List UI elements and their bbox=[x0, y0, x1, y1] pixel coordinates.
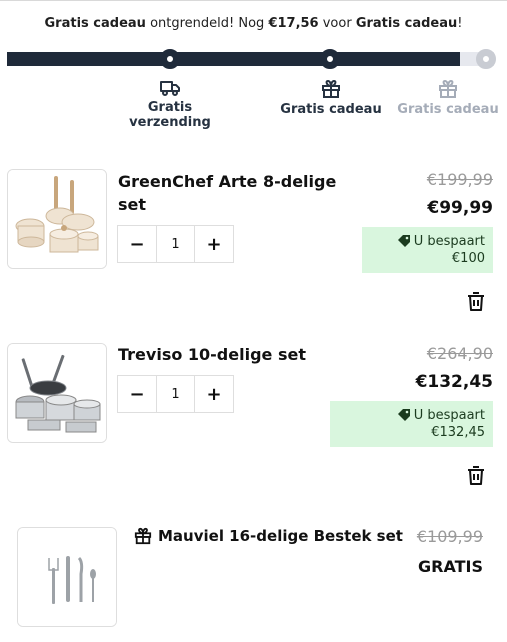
top-divider bbox=[0, 0, 507, 1]
milestone-node-gift-1 bbox=[320, 49, 340, 69]
price-tag-icon bbox=[397, 409, 410, 421]
gift-icon bbox=[322, 80, 340, 98]
milestone-free-shipping: Gratis verzending bbox=[120, 80, 220, 130]
original-price: €199,99 bbox=[426, 170, 493, 189]
banner-strong-1: Gratis cadeau bbox=[44, 16, 146, 31]
product-title-line2[interactable]: set bbox=[118, 193, 358, 216]
gift-product-title[interactable]: Mauviel 16-delige Bestek set bbox=[134, 527, 403, 545]
banner-amount: €17,56 bbox=[268, 16, 319, 31]
milestone-gift-1: Gratis cadeau bbox=[274, 80, 388, 117]
savings-amount: €100 bbox=[451, 251, 485, 266]
quantity-value[interactable]: 1 bbox=[156, 226, 195, 262]
truck-icon bbox=[160, 81, 180, 96]
quantity-value[interactable]: 1 bbox=[156, 376, 195, 412]
trash-icon[interactable] bbox=[467, 291, 485, 311]
gift-original-price: €109,99 bbox=[416, 527, 483, 546]
gift-title-text[interactable]: Mauviel 16-delige Bestek set bbox=[158, 527, 403, 545]
savings-label: U bespaart bbox=[413, 408, 485, 423]
gift-product-image[interactable] bbox=[17, 527, 117, 627]
savings-badge: U bespaart €132,45 bbox=[330, 401, 493, 447]
price-tag-icon bbox=[397, 235, 410, 247]
quantity-stepper: − 1 + bbox=[117, 225, 234, 263]
sale-price: €99,99 bbox=[427, 198, 493, 218]
product-title-line1[interactable]: Treviso 10-delige set bbox=[118, 343, 348, 366]
milestone-label-line1: Gratis bbox=[147, 100, 193, 115]
milestone-label: Gratis cadeau bbox=[280, 102, 382, 117]
savings-amount: €132,45 bbox=[431, 425, 485, 440]
savings-badge: U bespaart €100 bbox=[362, 227, 493, 273]
cutlery-image bbox=[18, 528, 116, 626]
product-title-line1[interactable]: GreenChef Arte 8-delige bbox=[118, 170, 358, 193]
quantity-stepper: − 1 + bbox=[117, 375, 234, 413]
savings-label: U bespaart bbox=[413, 234, 485, 249]
reward-progress-bar bbox=[7, 52, 494, 66]
gift-unlock-banner: Gratis cadeau ontgrendeld! Nog €17,56 vo… bbox=[0, 16, 507, 31]
milestone-node-gift-2 bbox=[476, 49, 496, 69]
reward-progress-fill bbox=[7, 52, 460, 66]
milestone-node-shipping bbox=[160, 49, 180, 69]
gift-icon bbox=[134, 527, 152, 545]
decrease-quantity-button[interactable]: − bbox=[118, 376, 156, 412]
product-image-greenchef[interactable] bbox=[7, 169, 107, 269]
banner-strong-2: Gratis cadeau bbox=[355, 16, 458, 31]
gift-free-label: GRATIS bbox=[418, 557, 483, 576]
increase-quantity-button[interactable]: + bbox=[195, 226, 233, 262]
banner-text-2: voor bbox=[318, 16, 356, 31]
gift-icon bbox=[439, 80, 457, 98]
milestone-label-line2: verzending bbox=[129, 115, 211, 130]
milestone-gift-2: Gratis cadeau bbox=[393, 80, 503, 117]
trash-icon[interactable] bbox=[467, 465, 485, 485]
increase-quantity-button[interactable]: + bbox=[195, 376, 233, 412]
cookware-image bbox=[8, 344, 106, 442]
product-title-treviso[interactable]: Treviso 10-delige set bbox=[118, 343, 348, 366]
milestone-label: Gratis cadeau bbox=[397, 102, 499, 117]
sale-price: €132,45 bbox=[415, 372, 493, 392]
decrease-quantity-button[interactable]: − bbox=[118, 226, 156, 262]
banner-text-1: ontgrendeld! Nog bbox=[145, 16, 269, 31]
original-price: €264,90 bbox=[426, 344, 493, 363]
cookware-image bbox=[8, 170, 106, 268]
banner-text-3: ! bbox=[457, 16, 463, 31]
product-image-treviso[interactable] bbox=[7, 343, 107, 443]
product-title-greenchef[interactable]: GreenChef Arte 8-delige set bbox=[118, 170, 358, 216]
